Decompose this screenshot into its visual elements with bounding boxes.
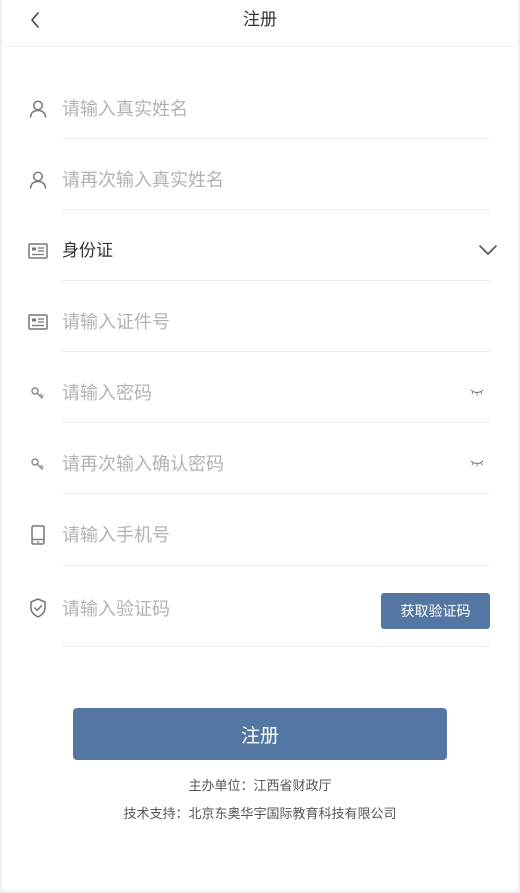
divider: [62, 351, 490, 352]
divider: [62, 209, 490, 210]
chevron-down-icon[interactable]: [476, 238, 500, 262]
shield-check-icon: [30, 598, 46, 618]
id-type-value: 身份证: [62, 241, 113, 261]
divider: [62, 565, 490, 566]
user-icon: [29, 100, 47, 118]
key-icon: [31, 458, 44, 470]
user-icon: [29, 171, 47, 189]
eye-closed-icon[interactable]: [468, 386, 486, 398]
key-icon: [31, 387, 44, 399]
name-input[interactable]: [62, 91, 490, 127]
password-confirm-input[interactable]: [62, 446, 490, 482]
divider: [62, 422, 490, 423]
id-number-input[interactable]: [62, 304, 490, 340]
organizer-text: 主办单位：江西省财政厅: [188, 779, 332, 794]
divider: [62, 493, 490, 494]
register-button[interactable]: 注册: [73, 708, 447, 760]
phone-input[interactable]: [62, 517, 490, 553]
register-page: 注册 身份证: [2, 0, 518, 891]
id-card-icon: [28, 314, 48, 330]
divider: [62, 138, 490, 139]
phone-icon: [31, 525, 45, 545]
name-confirm-input[interactable]: [62, 162, 490, 198]
password-input[interactable]: [62, 375, 490, 411]
eye-closed-icon[interactable]: [468, 457, 486, 469]
page-title: 注册: [243, 10, 277, 30]
code-input[interactable]: [62, 591, 372, 627]
get-code-button[interactable]: 获取验证码: [381, 593, 490, 629]
header: 注册: [2, 0, 518, 47]
divider: [62, 280, 490, 281]
id-card-icon: [28, 243, 48, 259]
divider: [62, 646, 490, 647]
support-text: 技术支持：北京东奥华宇国际教育科技有限公司: [123, 807, 397, 822]
